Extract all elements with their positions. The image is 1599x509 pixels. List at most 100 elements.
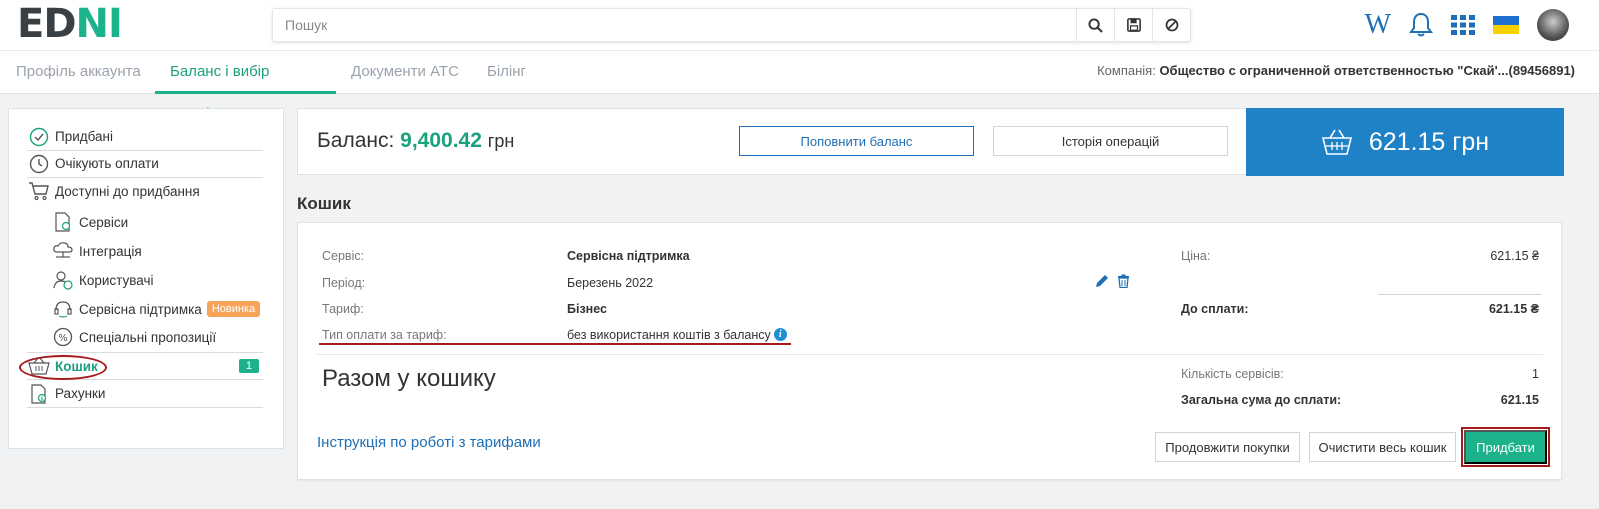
cart-summary-heading: Разом у кошику bbox=[322, 365, 496, 392]
service-label: Сервіс: bbox=[322, 249, 365, 263]
sidebar-item-label: Користувачі bbox=[79, 272, 154, 288]
flag-ua-icon[interactable] bbox=[1493, 16, 1519, 34]
cart-divider bbox=[317, 354, 1543, 355]
sidebar-item-label: Сервіси bbox=[79, 214, 129, 230]
price-label: Ціна: bbox=[1181, 249, 1211, 263]
sidebar-item-awaiting-payment[interactable]: Очікують оплати bbox=[27, 150, 263, 178]
balance-amount: 9,400.42 bbox=[400, 129, 482, 152]
edin-logo[interactable]: ED NI bbox=[17, 1, 123, 47]
period-value: Березень 2022 bbox=[567, 276, 654, 290]
balance-label: Баланс: bbox=[317, 129, 395, 152]
clear-icon bbox=[1165, 18, 1178, 32]
search-icon bbox=[1088, 17, 1103, 33]
company-name: Общество с ограниченной ответственностью… bbox=[1159, 63, 1575, 78]
payment-type-highlight-line bbox=[319, 343, 791, 345]
company-info: Компанія: Общество с ограниченной ответс… bbox=[1097, 51, 1575, 91]
sidebar-item-purchased[interactable]: Придбані bbox=[27, 123, 263, 151]
services-count-label: Кількість сервісів: bbox=[1181, 367, 1284, 381]
tab-balance-tariff[interactable]: Баланс і вибір тарифу bbox=[155, 51, 336, 122]
sidebar-item-invoices[interactable]: $ Рахунки bbox=[27, 380, 263, 408]
edit-icon[interactable] bbox=[1095, 274, 1109, 288]
basket-icon bbox=[1321, 129, 1352, 155]
to-pay-value: 621.15 ₴ bbox=[1488, 302, 1539, 316]
cart-total-amount: 621.15 грн bbox=[1368, 127, 1490, 156]
wiki-icon[interactable]: W bbox=[1365, 9, 1391, 41]
sidebar-item-label: Придбані bbox=[55, 129, 114, 144]
svg-text:%: % bbox=[58, 333, 68, 344]
save-icon bbox=[1126, 18, 1141, 32]
top-up-balance-button[interactable]: Поповнити баланс bbox=[739, 126, 974, 156]
services-count-value: 1 bbox=[1532, 367, 1539, 381]
tariff-instructions-link[interactable]: Інструкція по роботі з тарифами bbox=[317, 434, 541, 451]
sidebar-item-label: Доступні до придбання bbox=[55, 183, 200, 199]
total-value: 621.15 bbox=[1500, 393, 1539, 407]
avatar[interactable] bbox=[1537, 9, 1569, 41]
clear-cart-button[interactable]: Очистити весь кошик bbox=[1309, 432, 1456, 462]
sidebar-item-support[interactable]: Сервісна підтримка Новинка bbox=[51, 295, 263, 323]
sidebar-item-label: Інтеграція bbox=[79, 243, 142, 259]
sidebar-item-services[interactable]: Сервіси bbox=[51, 208, 263, 236]
search-button[interactable] bbox=[1076, 9, 1114, 41]
tariff-label: Тариф: bbox=[322, 302, 364, 316]
continue-shopping-button[interactable]: Продовжити покупки bbox=[1155, 432, 1300, 462]
logo-text-ed: ED bbox=[17, 1, 77, 47]
sidebar-item-users[interactable]: Користувачі bbox=[51, 266, 263, 294]
balance-panel: Баланс: 9,400.42 грн Поповнити баланс Іс… bbox=[297, 108, 1564, 176]
balance-currency: грн bbox=[487, 131, 515, 151]
service-value: Сервісна підтримка bbox=[567, 249, 690, 263]
balance-text: Баланс: 9,400.42 грн bbox=[317, 129, 514, 153]
new-badge: Новинка bbox=[206, 301, 261, 317]
cart-section-title: Кошик bbox=[297, 194, 351, 213]
sidebar: Придбані Очікують оплати Доступні до при… bbox=[8, 108, 284, 449]
trash-icon[interactable] bbox=[1117, 274, 1130, 288]
user-add-icon bbox=[51, 269, 75, 291]
tariff-value: Бізнес bbox=[567, 302, 607, 316]
cart-highlight-ring bbox=[19, 355, 107, 380]
percent-icon: % bbox=[51, 326, 75, 348]
cart-panel: Сервіс: Сервісна підтримка Період: Берез… bbox=[297, 222, 1562, 480]
search-bar bbox=[272, 8, 1191, 42]
to-pay-label: До сплати: bbox=[1181, 302, 1249, 316]
cloud-network-icon bbox=[51, 240, 75, 262]
invoice-icon: $ bbox=[27, 383, 51, 405]
purchase-button[interactable]: Придбати bbox=[1461, 427, 1550, 467]
payment-type-value: без використання коштів з балансу i bbox=[567, 328, 787, 342]
total-label: Загальна сума до сплати: bbox=[1181, 393, 1342, 407]
check-circle-icon bbox=[27, 126, 51, 148]
sidebar-item-label: Рахунки bbox=[55, 386, 106, 401]
item-actions bbox=[1095, 274, 1130, 288]
bell-icon[interactable] bbox=[1409, 12, 1433, 38]
info-icon[interactable]: i bbox=[773, 328, 787, 341]
clear-search-button[interactable] bbox=[1152, 9, 1190, 41]
logo-text-ni: NI bbox=[75, 1, 123, 47]
tab-billing[interactable]: Білінг bbox=[487, 51, 526, 94]
sidebar-item-label: Спеціальні пропозиції bbox=[79, 329, 217, 345]
payment-type-text: без використання коштів з балансу bbox=[567, 328, 771, 342]
sidebar-item-integration[interactable]: Інтеграція bbox=[51, 237, 263, 265]
sidebar-item-label: Очікують оплати bbox=[55, 156, 159, 171]
cart-icon bbox=[27, 180, 51, 202]
tab-account-profile[interactable]: Профіль аккаунта bbox=[16, 51, 141, 94]
sidebar-item-special-offers[interactable]: % Спеціальні пропозиції bbox=[51, 323, 263, 351]
search-input[interactable] bbox=[273, 9, 1076, 41]
tab-ats-documents[interactable]: Документи АТС bbox=[351, 51, 459, 94]
clock-icon bbox=[27, 153, 51, 175]
headset-icon bbox=[51, 298, 75, 320]
apps-grid-icon[interactable] bbox=[1451, 15, 1475, 35]
sidebar-item-available[interactable]: Доступні до придбання bbox=[27, 177, 263, 205]
cart-count-badge: 1 bbox=[238, 359, 259, 373]
top-bar: EDNI W bbox=[0, 0, 1599, 50]
price-divider bbox=[1378, 294, 1541, 295]
operations-history-button[interactable]: Історія операцій bbox=[993, 126, 1228, 156]
sidebar-item-label: Сервісна підтримка bbox=[79, 301, 202, 317]
account-tabs: Профіль аккаунта Баланс і вибір тарифу Д… bbox=[0, 50, 1599, 122]
price-value: 621.15 ₴ bbox=[1490, 249, 1539, 263]
payment-type-label: Тип оплати за тариф: bbox=[322, 328, 447, 342]
header-icons: W bbox=[1365, 8, 1569, 42]
cart-total-panel[interactable]: 621.15 грн bbox=[1246, 108, 1564, 176]
company-label: Компанія: bbox=[1097, 63, 1156, 78]
svg-text:$: $ bbox=[40, 396, 43, 402]
save-search-button[interactable] bbox=[1114, 9, 1152, 41]
period-label: Період: bbox=[322, 276, 366, 290]
document-check-icon bbox=[51, 211, 75, 233]
